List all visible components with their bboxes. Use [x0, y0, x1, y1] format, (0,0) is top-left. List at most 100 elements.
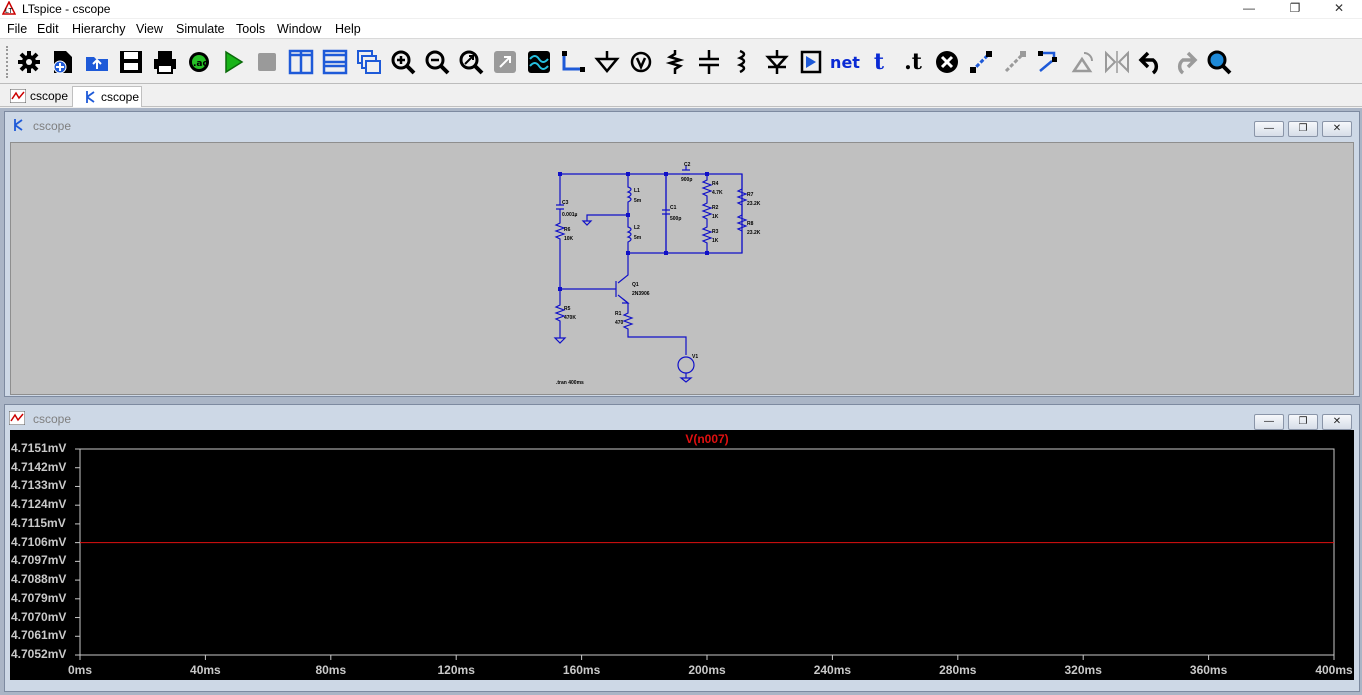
run-icon[interactable] — [218, 47, 248, 77]
c2-label: C2 — [684, 162, 691, 168]
plot-canvas — [75, 448, 1335, 660]
schematic-canvas[interactable]: C3 0.001µ R6 10K R5 470K L1 5m L2 5m C1 … — [10, 142, 1354, 395]
c1-value: 500p — [670, 216, 681, 222]
x-tick-label: 0ms — [67, 663, 93, 677]
new-schematic-icon[interactable] — [48, 47, 78, 77]
menu-file[interactable]: File — [7, 22, 27, 36]
c2-value: 900p — [681, 177, 692, 183]
label-net-icon[interactable] — [626, 47, 656, 77]
cascade-icon[interactable] — [354, 47, 384, 77]
drag-icon[interactable] — [1034, 47, 1064, 77]
undo-icon[interactable] — [1136, 47, 1166, 77]
menu-edit[interactable]: Edit — [37, 22, 59, 36]
menu-tools[interactable]: Tools — [236, 22, 265, 36]
waveform-tab-icon — [10, 89, 26, 103]
ltspice-app-icon: LT — [2, 1, 16, 15]
y-tick-label: 4.7088mV — [11, 572, 67, 587]
l2-label: L2 — [634, 225, 640, 231]
waveform-minimize-button[interactable]: — — [1254, 414, 1284, 430]
zoom-in-icon[interactable] — [388, 47, 418, 77]
redo-icon[interactable] — [1170, 47, 1200, 77]
print-icon[interactable] — [150, 47, 180, 77]
capacitor-icon[interactable] — [694, 47, 724, 77]
settings-icon[interactable] — [14, 47, 44, 77]
c3-value: 0.001µ — [562, 212, 578, 218]
schematic-restore-button[interactable]: ❐ — [1288, 121, 1318, 137]
svg-text:LT: LT — [5, 8, 13, 15]
tile-vertical-icon[interactable] — [286, 47, 316, 77]
y-tick-label: 4.7142mV — [11, 459, 67, 474]
waveform-icon[interactable] — [524, 47, 554, 77]
zoom-fit-icon[interactable] — [456, 47, 486, 77]
waveform-plot[interactable]: V(n007) 4.7151mV 4.7142mV 4.7133mV 4.7124mV… — [10, 430, 1354, 680]
duplicate-icon[interactable] — [966, 47, 996, 77]
close-window-button[interactable]: ✕ — [1316, 0, 1362, 18]
menu-window[interactable]: Window — [277, 22, 321, 36]
find-icon[interactable] — [1204, 47, 1234, 77]
minimize-window-button[interactable]: — — [1226, 0, 1272, 18]
r3-value: 1K — [712, 238, 719, 244]
menu-view[interactable]: View — [136, 22, 163, 36]
document-tabs: cscope cscope — [0, 85, 1362, 107]
y-tick-label: 4.7052mV — [11, 647, 67, 661]
tab-label: cscope — [101, 90, 140, 104]
move-icon[interactable] — [1000, 47, 1030, 77]
schematic-minimize-button[interactable]: — — [1254, 121, 1284, 137]
q1-value: 2N3906 — [632, 291, 650, 297]
y-tick-label: 4.7070mV — [11, 609, 67, 624]
menu-hierarchy[interactable]: Hierarchy — [72, 22, 126, 36]
r2-label: R2 — [712, 205, 719, 211]
delete-icon[interactable] — [932, 47, 962, 77]
halt-icon[interactable] — [252, 47, 282, 77]
schematic-window-title: cscope — [33, 119, 72, 133]
r6-value: 10K — [564, 236, 574, 242]
menu-simulate[interactable]: Simulate — [176, 22, 225, 36]
toolbar-grip[interactable] — [6, 46, 10, 78]
component-icon[interactable] — [796, 47, 826, 77]
zoom-out-icon[interactable] — [422, 47, 452, 77]
restore-window-button[interactable]: ❐ — [1272, 0, 1318, 18]
r2-value: 1K — [712, 214, 719, 220]
ground-icon[interactable] — [592, 47, 622, 77]
net-label[interactable]: net — [830, 47, 860, 77]
window-title: LTspice - cscope — [22, 2, 111, 16]
autoscale-icon[interactable] — [490, 47, 520, 77]
save-icon[interactable] — [116, 47, 146, 77]
inductor-icon[interactable] — [728, 47, 758, 77]
r1-value: 470 — [615, 320, 624, 326]
mdi-workspace: cscope — ❐ ✕ C3 0.001µ R6 10K R5 470K L1… — [0, 108, 1362, 695]
waveform-restore-button[interactable]: ❐ — [1288, 414, 1318, 430]
r5-value: 470K — [564, 315, 576, 321]
wire-icon[interactable] — [558, 47, 588, 77]
waveform-close-button[interactable]: ✕ — [1322, 414, 1352, 430]
spice-directive-icon[interactable]: .ac — [184, 47, 214, 77]
diode-icon[interactable] — [762, 47, 792, 77]
y-tick-label: 4.7106mV — [11, 534, 67, 549]
x-tick-label: 200ms — [688, 663, 726, 677]
tran-directive[interactable]: .tran 400ms — [556, 380, 584, 386]
tile-horizontal-icon[interactable] — [320, 47, 350, 77]
r1-label: R1 — [615, 311, 622, 317]
open-icon[interactable] — [82, 47, 112, 77]
x-tick-label: 120ms — [437, 663, 475, 677]
x-tick-label: 360ms — [1189, 663, 1228, 677]
plot-frame — [79, 448, 1335, 656]
resistor-icon[interactable] — [660, 47, 690, 77]
schematic-close-button[interactable]: ✕ — [1322, 121, 1352, 137]
schematic-window: cscope — ❐ ✕ C3 0.001µ R6 10K R5 470K L1… — [4, 111, 1360, 397]
waveform-window-title: cscope — [33, 412, 72, 426]
svg-text:.ac: .ac — [193, 59, 208, 69]
x-tick-label: 240ms — [813, 663, 852, 677]
r8-value: 23.2K — [747, 230, 761, 236]
circuit-diagram: C3 0.001µ R6 10K R5 470K L1 5m L2 5m C1 … — [553, 162, 761, 386]
rotate-icon[interactable] — [1068, 47, 1098, 77]
text-label[interactable]: t — [864, 47, 894, 77]
tab-schematic-cscope[interactable]: cscope — [72, 86, 142, 107]
menu-help[interactable]: Help — [335, 22, 361, 36]
mirror-icon[interactable] — [1102, 47, 1132, 77]
y-tick-label: 4.7079mV — [11, 590, 67, 605]
spice-directive-text-label[interactable]: .t — [898, 47, 928, 77]
x-tick-label: 160ms — [562, 663, 601, 677]
l1-label: L1 — [634, 188, 640, 194]
tab-waveform-cscope[interactable]: cscope — [2, 86, 70, 107]
